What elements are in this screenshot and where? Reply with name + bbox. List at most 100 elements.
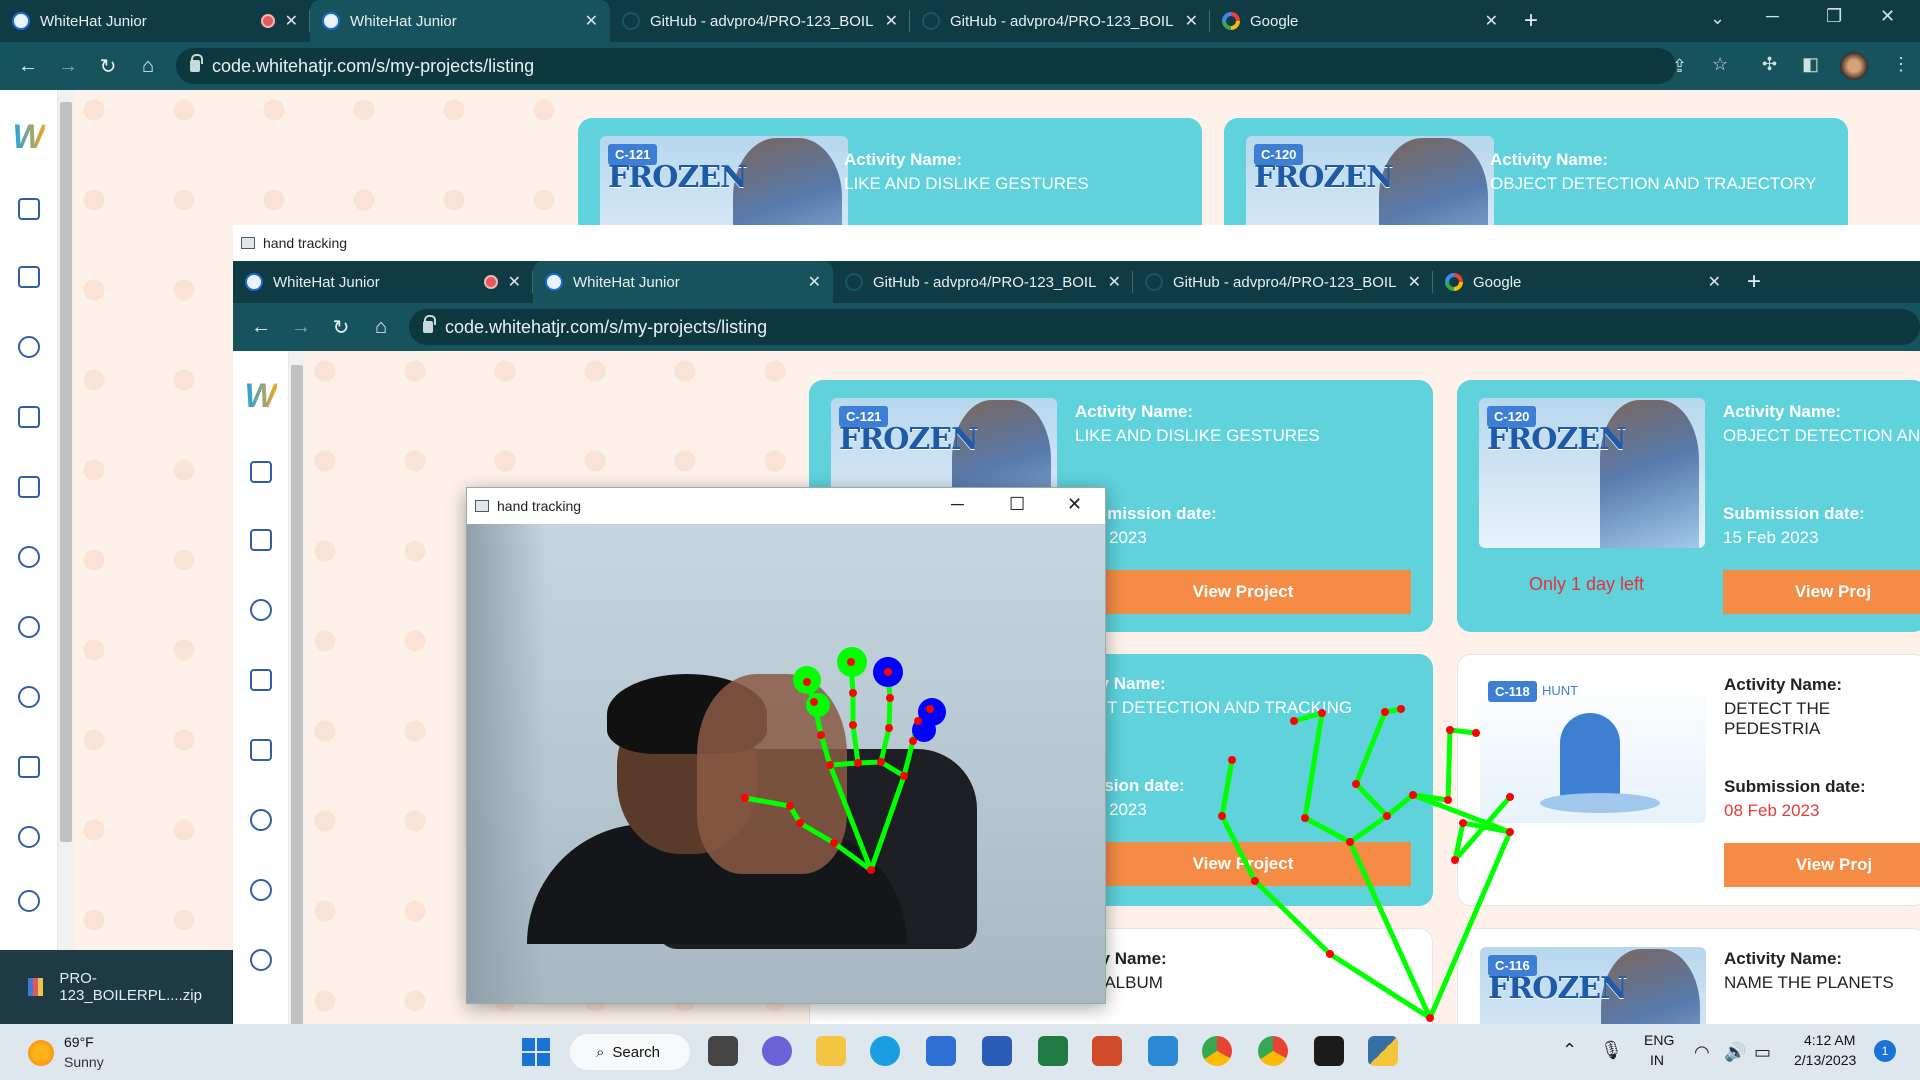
landmark-point [1444, 796, 1452, 804]
landmark-point [803, 678, 811, 686]
landmark-point [830, 839, 838, 847]
chrome-profile-icon[interactable] [1258, 1036, 1288, 1066]
excel-icon[interactable] [1038, 1036, 1068, 1066]
landmark-connection [1253, 879, 1332, 956]
start-button[interactable] [522, 1038, 550, 1066]
landmark-connection [901, 740, 916, 777]
landmark-point [1409, 791, 1417, 799]
landmark-connection [850, 724, 861, 764]
tray-chevron-icon[interactable]: ⌃ [1562, 1040, 1577, 1061]
search-icon: ⌕ [596, 1043, 605, 1061]
volume-icon[interactable]: 🔊 [1724, 1042, 1746, 1063]
landmark-point [1472, 729, 1480, 737]
landmark-point [900, 772, 908, 780]
microphone-icon[interactable]: 🎙 [1600, 1040, 1623, 1061]
weather-icon [28, 1040, 54, 1066]
landmark-point [884, 668, 892, 676]
python-icon[interactable] [1368, 1036, 1398, 1066]
clock-time[interactable]: 4:12 AM [1804, 1032, 1855, 1048]
powerpoint-icon[interactable] [1092, 1036, 1122, 1066]
notification-badge[interactable]: 1 [1874, 1040, 1896, 1062]
windows-taskbar [0, 1024, 1920, 1080]
landmark-connection [1219, 814, 1258, 883]
landmark-point [885, 724, 893, 732]
landmark-connection [1385, 793, 1415, 818]
landmark-point [1290, 717, 1298, 725]
download-item[interactable]: PRO-123_BOILERPL....zip [0, 950, 232, 1024]
file-explorer-icon[interactable] [816, 1036, 846, 1066]
battery-icon[interactable]: ▭ [1754, 1042, 1771, 1063]
landmark-point [886, 694, 894, 702]
landmark-point [854, 759, 862, 767]
store-icon[interactable] [926, 1036, 956, 1066]
landmark-point [909, 737, 917, 745]
landmark-point [1426, 1014, 1434, 1022]
landmark-point [1346, 838, 1354, 846]
landmark-point [1506, 828, 1514, 836]
clock-date[interactable]: 2/13/2023 [1794, 1052, 1856, 1068]
landmark-point [867, 866, 875, 874]
region-label[interactable]: IN [1650, 1052, 1664, 1068]
download-filename: PRO-123_BOILERPL....zip [59, 970, 202, 1004]
landmark-point [1301, 814, 1309, 822]
landmark-point [1326, 950, 1334, 958]
landmark-connection [878, 727, 892, 763]
landmark-point [914, 717, 922, 725]
terminal-icon[interactable] [1314, 1036, 1344, 1066]
landmark-connection [879, 759, 906, 779]
landmark-point [1397, 705, 1405, 713]
zip-file-icon [28, 978, 44, 996]
landmark-connection [744, 795, 791, 809]
weather-desc: Sunny [64, 1054, 104, 1070]
vscode-icon[interactable] [1148, 1036, 1178, 1066]
edge-icon[interactable] [870, 1036, 900, 1066]
landmark-point [877, 758, 885, 766]
landmark-connection [818, 734, 833, 766]
taskbar-search[interactable]: ⌕ Search [570, 1034, 690, 1070]
landmark-point [1506, 793, 1514, 801]
landmark-connection [1303, 815, 1352, 845]
landmark-connection [886, 697, 893, 729]
landmark-point [1318, 709, 1326, 717]
landmark-connection [829, 760, 859, 768]
landmark-connection [1445, 729, 1453, 801]
landmark-connection [868, 775, 907, 871]
landmark-point [1228, 756, 1236, 764]
landmark-point [1459, 819, 1467, 827]
landmark-point [826, 761, 834, 769]
landmark-connection [1348, 813, 1389, 845]
search-label: Search [612, 1043, 660, 1061]
landmark-point [1451, 856, 1459, 864]
word-icon[interactable] [982, 1036, 1012, 1066]
landmark-point [1381, 708, 1389, 716]
small-hand-skeleton [741, 647, 946, 874]
landmark-connection [1354, 782, 1389, 818]
landmark-connection [1293, 710, 1323, 724]
landmark-point [1251, 877, 1259, 885]
hand-landmark-overlay [741, 647, 1514, 1022]
landmark-connection [1302, 712, 1325, 819]
fingertip-marker [806, 693, 830, 717]
landmark-point [741, 794, 749, 802]
chrome-icon[interactable] [1202, 1036, 1232, 1066]
landmark-point [926, 705, 934, 713]
landmark-point [1446, 726, 1454, 734]
landmark-point [810, 698, 818, 706]
wifi-icon[interactable]: ◠ [1694, 1042, 1710, 1063]
landmark-point [849, 721, 857, 729]
landmark-point [847, 658, 855, 666]
weather-temp: 69°F [64, 1034, 94, 1050]
landmark-point [786, 802, 794, 810]
landmark-point [796, 819, 804, 827]
landmark-connection [1353, 711, 1388, 785]
landmark-point [1352, 780, 1360, 788]
landmark-connection [1427, 831, 1513, 1019]
landmark-connection [1219, 759, 1235, 817]
landmark-point [849, 689, 857, 697]
chat-icon[interactable] [762, 1036, 792, 1066]
landmark-connection [798, 820, 836, 846]
language-label[interactable]: ENG [1644, 1032, 1674, 1048]
task-view-icon[interactable] [708, 1036, 738, 1066]
large-hand-skeleton [1218, 705, 1514, 1022]
landmark-point [817, 731, 825, 739]
